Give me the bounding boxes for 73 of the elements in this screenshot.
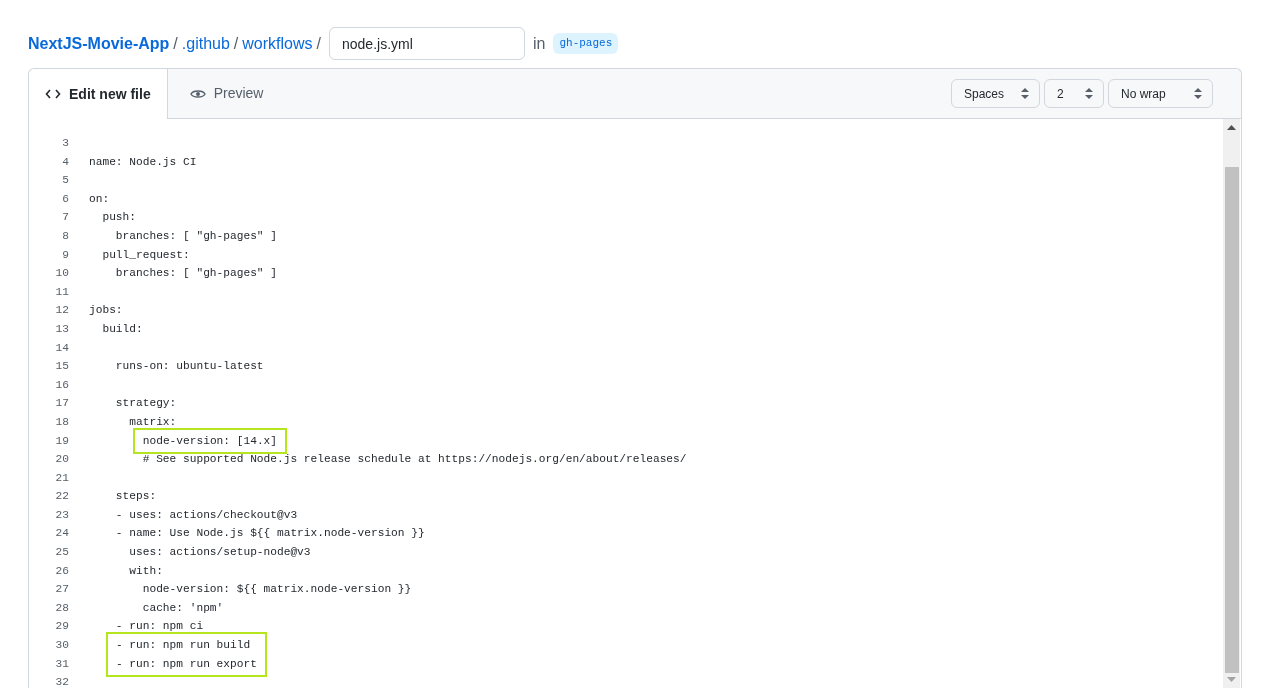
line-number: 6: [61, 191, 69, 207]
code-line: jobs:: [89, 303, 124, 319]
code-line: # See supported Node.js release schedule at https://nodejs.org/en/about/releases/: [141, 452, 687, 468]
code-line: push:: [101, 210, 137, 226]
branch-label: gh-pages: [553, 33, 619, 54]
line-number: 13: [54, 321, 69, 337]
line-number: 17: [54, 396, 69, 412]
sort-icon: [1194, 88, 1202, 99]
line-number: 14: [54, 340, 69, 356]
line-number: 22: [54, 489, 69, 505]
code-line: name: Node.js CI: [89, 154, 198, 170]
line-number: 24: [54, 526, 69, 542]
code-line: uses: actions/setup-node@v3: [128, 545, 312, 561]
line-number: 16: [54, 377, 69, 393]
line-number: 9: [61, 247, 69, 263]
folder-link[interactable]: workflows: [242, 31, 313, 56]
line-number: 23: [54, 507, 69, 523]
option-select[interactable]: No wrap: [1108, 79, 1213, 108]
scroll-up-icon[interactable]: [1227, 125, 1236, 130]
folder-link[interactable]: .github: [181, 31, 230, 56]
code-line: - name: Use Node.js ${{ matrix.node-version }}: [114, 526, 426, 542]
line-number: 5: [61, 173, 69, 189]
sort-icon: [1085, 88, 1093, 99]
code-line: branches: [ "gh-pages" ]: [114, 266, 278, 282]
line-number: 18: [54, 414, 69, 430]
line-number: 15: [54, 359, 69, 375]
code-line: build:: [101, 321, 144, 337]
line-number: 19: [54, 433, 69, 449]
code-line: - run: npm run build: [115, 638, 252, 654]
repository-link[interactable]: NextJS-Movie-App: [28, 31, 170, 56]
code-line: steps:: [114, 489, 158, 505]
line-number: 8: [61, 228, 69, 244]
line-number: 27: [54, 582, 69, 598]
line-number: 3: [61, 136, 69, 151]
filename-field[interactable]: node.js.yml: [329, 27, 525, 60]
line-number: 11: [54, 284, 69, 300]
editor-tab[interactable]: Edit new file: [29, 69, 168, 119]
path-separator: /: [316, 33, 321, 54]
line-number: 32: [54, 675, 69, 688]
line-number: 26: [54, 563, 69, 579]
line-number: 7: [61, 210, 69, 226]
line-number: 21: [54, 470, 69, 486]
line-number: 12: [54, 303, 69, 319]
code-line: branches: [ "gh-pages" ]: [114, 228, 278, 244]
line-number: 31: [54, 656, 69, 672]
path-separator: /: [233, 33, 239, 54]
line-number: 28: [54, 600, 69, 616]
scroll-down-icon[interactable]: [1227, 677, 1236, 682]
sort-icon: [1021, 88, 1029, 99]
code-line: matrix:: [128, 414, 178, 430]
code-line: node-version: [14.x]: [142, 433, 278, 449]
code-line: with:: [128, 563, 164, 579]
line-number: 29: [54, 619, 69, 635]
path-separator: /: [173, 33, 178, 54]
line-number: 10: [54, 266, 69, 282]
option-select[interactable]: 2: [1044, 79, 1104, 108]
branch-prefix: in: [533, 33, 546, 54]
code-line: - run: npm ci: [114, 619, 205, 635]
code-line: on:: [89, 191, 111, 207]
line-number: 20: [54, 452, 69, 468]
code-line: node-version: ${{ matrix.node-version }}: [141, 582, 413, 598]
line-number: 30: [54, 638, 69, 654]
line-number: 25: [54, 545, 69, 561]
code-line: - run: npm run export: [115, 656, 257, 672]
line-number: 4: [61, 154, 69, 170]
editor-tab[interactable]: Preview: [167, 69, 286, 118]
code-line: - uses: actions/checkout@v3: [114, 507, 299, 523]
option-select[interactable]: Spaces: [951, 79, 1040, 108]
code-line: runs-on: ubuntu-latest: [114, 359, 265, 375]
code-line: strategy:: [114, 396, 178, 412]
scrollbar[interactable]: [1223, 119, 1240, 688]
code-line: cache: 'npm': [141, 600, 225, 616]
code-line: pull_request:: [101, 247, 191, 263]
